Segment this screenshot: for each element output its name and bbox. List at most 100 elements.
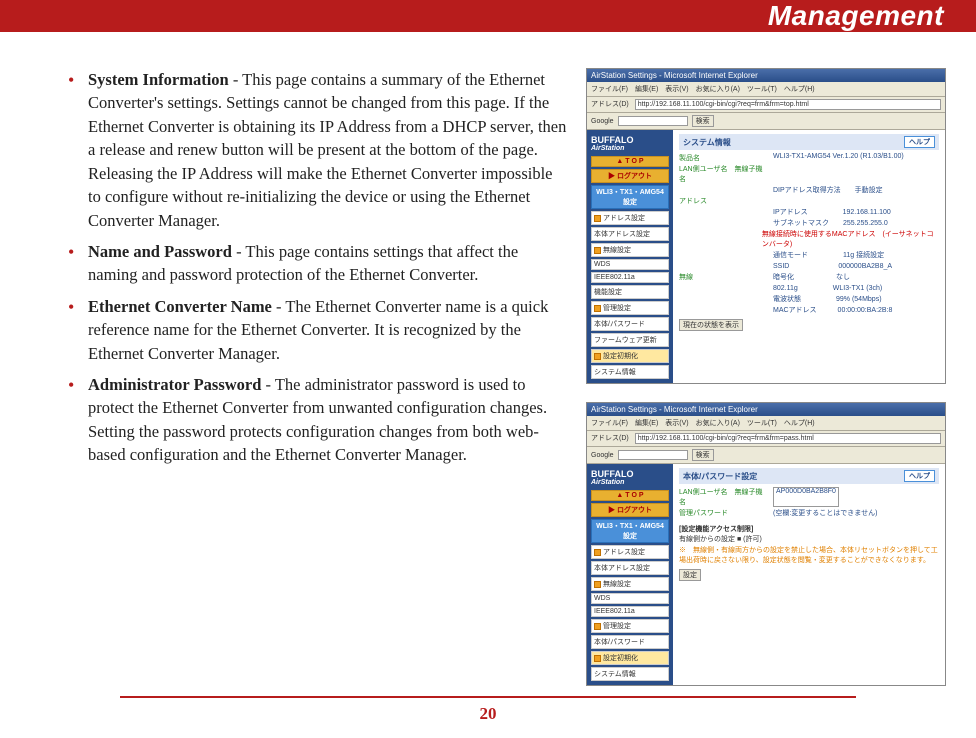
info-value: IPアドレス 192.168.11.100 — [773, 207, 891, 217]
square-icon — [594, 549, 601, 556]
google-search-button[interactable]: 検索 — [692, 115, 714, 127]
brand-bottom: AirStation — [591, 145, 669, 152]
square-icon — [594, 247, 601, 254]
sidebar-item[interactable]: 管理設定 — [591, 619, 669, 633]
info-value: DIPアドレス取得方法 手動設定 — [773, 185, 883, 195]
sidebar-label: 機能設定 — [594, 287, 622, 297]
info-key: LAN側ユーザ名 無線子機名 — [679, 164, 769, 184]
bullet-list: System Information - This page contains … — [60, 68, 568, 467]
sidebar-item[interactable]: 本体アドレス設定 — [591, 561, 669, 575]
info-value: SSID 000000BA2B8_A — [773, 261, 892, 271]
square-icon — [594, 623, 601, 630]
sidebar-item[interactable]: 設定初期化 — [591, 651, 669, 665]
device-settings-button[interactable]: WLI3・TX1・AMG54 設定 — [591, 519, 669, 543]
help-button[interactable]: ヘルプ — [904, 136, 935, 148]
square-icon — [594, 215, 601, 222]
content-column: System Information - This page contains … — [60, 68, 568, 686]
info-key: LAN側ユーザ名 無線子機名 — [679, 487, 769, 507]
sidebar-item[interactable]: 設定初期化 — [591, 349, 669, 363]
device-settings-button[interactable]: WLI3・TX1・AMG54 設定 — [591, 185, 669, 209]
sidebar-label: 無線設定 — [603, 245, 631, 255]
info-key: 管理パスワード — [679, 508, 769, 518]
sidebar-item[interactable]: アドレス設定 — [591, 545, 669, 559]
address-label: アドレス(D) — [591, 99, 629, 110]
sidebar-item[interactable]: WDS — [591, 259, 669, 270]
brand-top: BUFFALO — [591, 470, 669, 479]
name-input[interactable]: AP000D0BA2B8F0 — [773, 487, 839, 507]
item-title: System Information — [88, 70, 229, 89]
google-search-input[interactable] — [618, 116, 688, 126]
sidebar-label: IEEE802.11a — [594, 274, 635, 281]
sidebar-label: WDS — [594, 261, 610, 268]
sidebar-item[interactable]: 本体/パスワード — [591, 317, 669, 331]
sidebar-item[interactable]: システム情報 — [591, 365, 669, 379]
sidebar-label: WDS — [594, 595, 610, 602]
panel-title: 本体/パスワード設定 — [683, 471, 757, 482]
address-bar[interactable]: http://192.168.11.100/cgi-bin/cgi?req=fr… — [635, 99, 941, 110]
sidebar-label: 管理設定 — [603, 303, 631, 313]
google-search-button[interactable]: 検索 — [692, 449, 714, 461]
sidebar-item[interactable]: IEEE802.11a — [591, 272, 669, 283]
top-button[interactable]: ▲ T O P — [591, 156, 669, 167]
address-bar[interactable]: http://192.168.11.100/cgi-bin/cgi?req=fr… — [635, 433, 941, 444]
sidebar-item[interactable]: IEEE802.11a — [591, 606, 669, 617]
sidebar-label: 管理設定 — [603, 621, 631, 631]
sidebar-label: アドレス設定 — [603, 213, 645, 223]
sidebar-label: IEEE802.11a — [594, 608, 635, 615]
panel-title: システム情報 — [683, 137, 731, 148]
sidebar-item[interactable]: WDS — [591, 593, 669, 604]
browser-menubar: ファイル(F) 編集(E) 表示(V) お気に入り(A) ツール(T) ヘルプ(… — [587, 416, 945, 431]
info-value: サブネットマスク 255.255.255.0 — [773, 218, 888, 228]
info-key: 製品名 — [679, 153, 769, 163]
info-value: 暗号化 なし — [773, 272, 850, 282]
sidebar-item[interactable]: 無線設定 — [591, 577, 669, 591]
item-text: - This page contains a summary of the Et… — [88, 70, 566, 230]
sidebar-item[interactable]: 本体/パスワード — [591, 635, 669, 649]
access-line: 有線側からの設定 ■ (許可) — [679, 534, 762, 544]
logout-button[interactable]: ▶ ログアウト — [591, 169, 669, 183]
address-label: アドレス(D) — [591, 433, 629, 444]
refresh-button[interactable]: 現在の状態を表示 — [679, 319, 743, 331]
browser-menubar: ファイル(F) 編集(E) 表示(V) お気に入り(A) ツール(T) ヘルプ(… — [587, 82, 945, 97]
info-value: WLI3-TX1-AMG54 Ver.1.20 (R1.03/B1.00) — [773, 153, 904, 163]
square-icon — [594, 655, 601, 662]
brand-top: BUFFALO — [591, 136, 669, 145]
brand-bottom: AirStation — [591, 479, 669, 486]
header-bar: Management — [0, 0, 976, 32]
sidebar-label: 本体/パスワード — [594, 637, 645, 647]
page-number: 20 — [480, 704, 497, 723]
brand-logo: BUFFALO AirStation — [591, 468, 669, 488]
info-value: (空欄:変更することはできません) — [773, 508, 877, 518]
sidebar-item[interactable]: 機能設定 — [591, 285, 669, 299]
address-bar-row: アドレス(D) http://192.168.11.100/cgi-bin/cg… — [587, 431, 945, 447]
set-button[interactable]: 設定 — [679, 569, 701, 581]
sidebar-label: 本体アドレス設定 — [594, 563, 650, 573]
info-value: 電波状態 99% (54Mbps) — [773, 294, 882, 304]
app-sidebar: BUFFALO AirStation ▲ T O P ▶ ログアウト WLI3・… — [587, 130, 673, 383]
info-value: MACアドレス 00:00:00:BA:2B:8 — [773, 305, 892, 315]
info-value: 通信モード 11g 接続設定 — [773, 250, 884, 260]
screenshot-column: AirStation Settings - Microsoft Internet… — [586, 68, 946, 686]
info-key: 無線 — [679, 272, 769, 282]
screenshot-system-info: AirStation Settings - Microsoft Internet… — [586, 68, 946, 384]
sidebar-item[interactable]: ファームウェア更新 — [591, 333, 669, 347]
body: System Information - This page contains … — [0, 32, 976, 696]
logout-button[interactable]: ▶ ログアウト — [591, 503, 669, 517]
panel-title-row: 本体/パスワード設定 ヘルプ — [679, 468, 939, 484]
app-content: システム情報 ヘルプ 製品名 WLI3-TX1-AMG54 Ver.1.20 (R… — [673, 130, 945, 383]
help-button[interactable]: ヘルプ — [904, 470, 935, 482]
google-toolbar: Google 検索 — [587, 447, 945, 464]
sidebar-item[interactable]: 無線設定 — [591, 243, 669, 257]
square-icon — [594, 581, 601, 588]
sidebar-item[interactable]: アドレス設定 — [591, 211, 669, 225]
google-label: Google — [591, 452, 614, 459]
sidebar-item[interactable]: 本体アドレス設定 — [591, 227, 669, 241]
sidebar-item[interactable]: システム情報 — [591, 667, 669, 681]
google-toolbar: Google 検索 — [587, 113, 945, 130]
sidebar-label: 本体アドレス設定 — [594, 229, 650, 239]
top-button[interactable]: ▲ T O P — [591, 490, 669, 501]
item-title: Administrator Password — [88, 375, 261, 394]
warning-note: ※ 無線側・有線両方からの設定を禁止した場合、本体リセットボタンを押して工場出荷… — [679, 545, 939, 565]
sidebar-item[interactable]: 管理設定 — [591, 301, 669, 315]
google-search-input[interactable] — [618, 450, 688, 460]
